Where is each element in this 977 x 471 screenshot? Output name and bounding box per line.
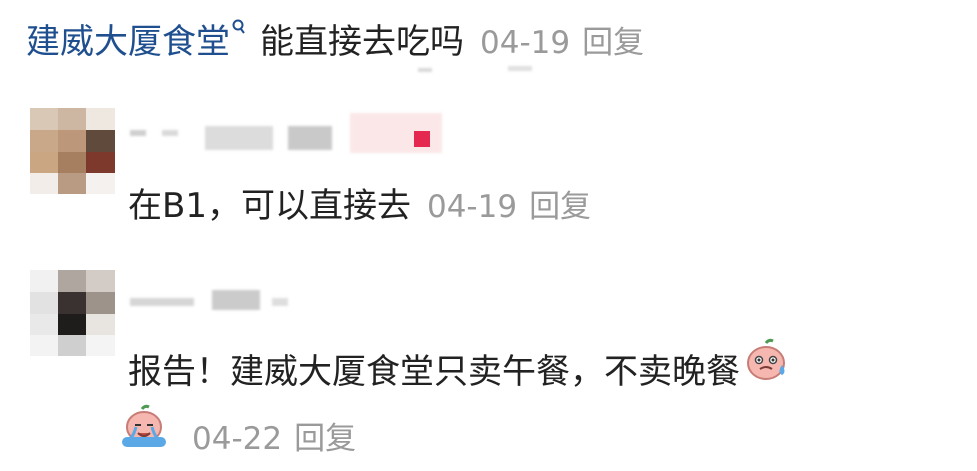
avatar[interactable] <box>30 270 115 356</box>
crying-face-emoji <box>116 403 172 453</box>
post-reply-button[interactable]: 回复 <box>582 17 644 62</box>
comment-date: 04-22 <box>192 421 283 457</box>
post-line: 建威大厦食堂 能直接去吃吗 04-19 回复 <box>26 14 644 62</box>
faint-mark <box>508 66 532 71</box>
sweat-face-emoji <box>744 337 790 387</box>
comment-text: 在B1，可以直接去 <box>128 186 411 226</box>
comment-text: 报告！建威大厦食堂只卖午餐，不卖晚餐 <box>128 352 740 392</box>
avatar[interactable] <box>30 108 115 194</box>
comment-reply-button[interactable]: 回复 <box>294 413 356 458</box>
comment-line: 在B1，可以直接去 04-19 回复 <box>128 178 591 226</box>
search-icon[interactable] <box>232 19 246 39</box>
post-date: 04-19 <box>480 25 571 61</box>
comment-reply-button[interactable]: 回复 <box>529 181 591 226</box>
faint-mark <box>418 68 432 72</box>
comment-line: 报告！建威大厦食堂只卖午餐，不卖晚餐 <box>128 337 790 392</box>
comment-meta-line: 04-22 回复 <box>116 403 356 457</box>
post-question: 能直接去吃吗 <box>260 22 464 62</box>
user-badge <box>414 131 430 147</box>
topic-link[interactable]: 建威大厦食堂 <box>26 14 230 63</box>
comment-date: 04-19 <box>426 189 518 225</box>
